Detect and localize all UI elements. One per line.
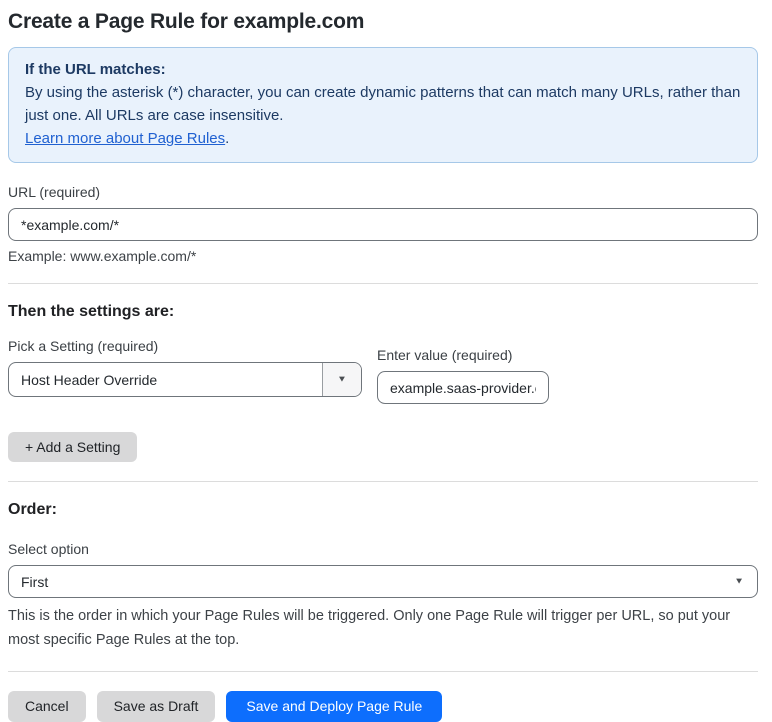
save-deploy-button[interactable]: Save and Deploy Page Rule [226, 691, 443, 722]
order-select[interactable]: First ▼ [8, 565, 758, 598]
order-help-text: This is the order in which your Page Rul… [8, 608, 731, 648]
url-match-info-box: If the URL matches: By using the asteris… [8, 47, 758, 163]
info-box-body: By using the asterisk (*) character, you… [25, 84, 741, 124]
learn-more-link[interactable]: Learn more about Page Rules [25, 130, 225, 147]
order-select-value: First [21, 573, 49, 590]
divider [8, 671, 758, 672]
info-box-heading: If the URL matches: [25, 61, 166, 78]
pick-setting-label: Pick a Setting (required) [8, 338, 159, 354]
page-title: Create a Page Rule for example.com [8, 10, 365, 33]
url-label: URL (required) [8, 184, 101, 200]
link-suffix: . [225, 130, 230, 147]
add-setting-button[interactable]: + Add a Setting [8, 432, 138, 462]
pick-setting-value: Host Header Override [21, 371, 158, 388]
setting-value-input[interactable] [377, 371, 549, 404]
order-field-group: Select option First ▼ This is the order … [8, 541, 758, 652]
order-heading: Order: [8, 501, 57, 518]
settings-heading: Then the settings are: [8, 303, 175, 320]
url-hint: Example: www.example.com/* [8, 248, 197, 264]
enter-value-group: Enter value (required) [377, 347, 549, 404]
chevron-down-icon: ▼ [734, 576, 744, 586]
pick-setting-select[interactable]: Host Header Override ▼ [8, 362, 362, 397]
url-input[interactable] [8, 208, 758, 241]
info-box-link-line: Learn more about Page Rules. [25, 127, 741, 150]
dropdown-arrow-glyph: ▼ [337, 374, 347, 384]
divider [8, 283, 758, 284]
chevron-down-icon: ▼ [322, 363, 361, 396]
pick-setting-group: Pick a Setting (required) Host Header Ov… [8, 338, 362, 397]
setting-row: Pick a Setting (required) Host Header Ov… [8, 338, 758, 404]
divider [8, 481, 758, 482]
cancel-button[interactable]: Cancel [8, 691, 86, 722]
url-field-group: URL (required) Example: www.example.com/… [8, 184, 758, 264]
create-page-rule-form: Create a Page Rule for example.com If th… [0, 0, 772, 722]
save-draft-button[interactable]: Save as Draft [96, 691, 216, 722]
footer-actions: Cancel Save as Draft Save and Deploy Pag… [8, 691, 758, 722]
enter-value-label: Enter value (required) [377, 347, 513, 363]
select-option-label: Select option [8, 541, 89, 557]
